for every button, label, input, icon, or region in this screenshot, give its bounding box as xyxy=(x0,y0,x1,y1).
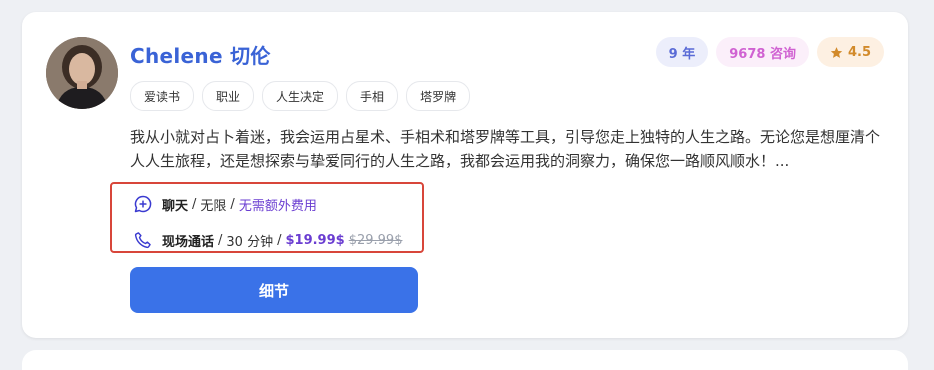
separator: / xyxy=(192,196,197,212)
stat-badges: 9 年 9678 咨询 4.5 xyxy=(655,37,884,67)
tag-item[interactable]: 人生决定 xyxy=(262,81,339,111)
call-duration: 30 分钟 xyxy=(226,234,274,250)
rating-badge: 4.5 xyxy=(816,37,884,67)
tag-item[interactable]: 手相 xyxy=(346,81,399,111)
call-pricing-row: 现场通话 / 30 分钟 / $19.99$ $29.99$ xyxy=(133,230,402,250)
avatar-image xyxy=(46,37,118,109)
chat-pricing-row: 聊天 / 无限 / 无需额外费用 xyxy=(133,194,317,214)
separator: / xyxy=(277,232,282,248)
advisor-description: 我从小就对占卜着迷，我会运用占星术、手相术和塔罗牌等工具，引导您走上独特的人生之… xyxy=(130,128,881,170)
consultations-badge: 9678 咨询 xyxy=(716,37,809,67)
chat-duration: 无限 xyxy=(200,198,227,214)
advisor-card: Chelene 切伦 9 年 9678 咨询 4.5 爱读书 职业 人生决定 手… xyxy=(22,12,908,338)
chat-bubble-plus-icon xyxy=(134,195,152,213)
tag-item[interactable]: 职业 xyxy=(202,81,255,111)
phone-icon xyxy=(134,232,151,249)
pricing-highlight-box: 聊天 / 无限 / 无需额外费用 现场通话 / 30 分钟 / $19.99$ … xyxy=(110,182,424,253)
years-badge: 9 年 xyxy=(655,37,709,67)
separator: / xyxy=(218,232,223,248)
star-icon xyxy=(830,46,843,58)
chat-fee-note: 无需额外费用 xyxy=(238,198,317,214)
specialty-tags: 爱读书 职业 人生决定 手相 塔罗牌 xyxy=(130,81,471,111)
tag-item[interactable]: 爱读书 xyxy=(130,81,195,111)
tag-item[interactable]: 塔罗牌 xyxy=(406,81,471,111)
call-label: 现场通话 xyxy=(162,234,215,250)
next-advisor-card xyxy=(22,350,908,370)
rating-value: 4.5 xyxy=(847,44,871,60)
separator: / xyxy=(230,196,235,212)
details-button[interactable]: 细节 xyxy=(130,267,418,313)
call-price: $19.99$ xyxy=(285,232,345,248)
advisor-name[interactable]: Chelene 切伦 xyxy=(130,40,271,69)
avatar[interactable] xyxy=(46,37,118,109)
chat-label: 聊天 xyxy=(162,198,189,214)
call-original-price: $29.99$ xyxy=(348,232,403,248)
